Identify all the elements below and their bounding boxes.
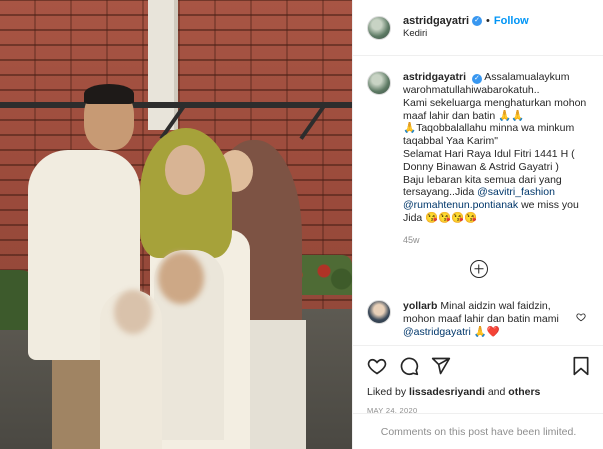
verified-badge-icon: ✓ — [472, 16, 483, 27]
caption-text: astridgayatri ✓ Assalamualaykum warohmat… — [403, 71, 590, 246]
child-face-blurred — [158, 252, 204, 304]
comment-icon[interactable] — [399, 356, 419, 376]
location-link[interactable]: Kediri — [403, 28, 529, 40]
comment-item: yollarb Minal aidzin wal faidzin, mohon … — [367, 299, 590, 339]
white-pillar — [148, 0, 178, 130]
comments-section[interactable]: astridgayatri ✓ Assalamualaykum warohmat… — [353, 57, 603, 345]
caption-line: Kami sekeluarga menghaturkan mohon maaf … — [403, 96, 587, 122]
post-photo[interactable] — [0, 0, 352, 449]
mention-link[interactable]: @astridgayatri — [403, 326, 471, 338]
load-more-comments[interactable] — [367, 259, 590, 278]
caption-line: 🙏Taqobbalallahu minna wa minkum taqabbal… — [403, 122, 575, 148]
liker-username[interactable]: lissadesriyandi — [409, 386, 485, 398]
commenter-username[interactable]: yollarb — [403, 300, 437, 312]
separator-dot: • — [486, 14, 490, 27]
verified-badge-icon: ✓ — [471, 74, 482, 84]
mention-link[interactable]: @rumahtenun.pontianak — [403, 199, 518, 211]
comments-limited-notice: Comments on this post have been limited. — [353, 413, 603, 449]
caption-username[interactable]: astridgayatri — [403, 71, 466, 83]
comment-emoji: 🙏❤️ — [473, 325, 500, 338]
likes-connector: and — [487, 386, 506, 398]
woman-face — [165, 145, 205, 195]
action-icons — [367, 354, 590, 378]
author-username[interactable]: astridgayatri — [403, 15, 469, 28]
heart-icon[interactable] — [367, 356, 387, 376]
author-avatar[interactable] — [367, 15, 391, 40]
likes-others-link[interactable]: others — [508, 386, 540, 398]
likes-summary: Liked by lissadesriyandi and others — [367, 386, 590, 398]
comment-heart-icon[interactable] — [576, 312, 586, 322]
caption-line: Selamat Hari Raya Idul Fitri 1441 H ( Do… — [403, 147, 575, 173]
post-panel: astridgayatri ✓ • Follow Kediri astridga… — [352, 0, 603, 449]
mention-link[interactable]: @savitri_fashion — [477, 186, 555, 198]
metal-rail — [0, 102, 352, 108]
comment-text: yollarb Minal aidzin wal faidzin, mohon … — [403, 300, 573, 339]
author-info: astridgayatri ✓ • Follow Kediri — [403, 15, 529, 41]
man-hair — [84, 84, 134, 104]
caption: astridgayatri ✓ Assalamualaykum warohmat… — [367, 71, 590, 246]
post-header: astridgayatri ✓ • Follow Kediri — [353, 0, 603, 56]
follow-button[interactable]: Follow — [494, 15, 529, 28]
share-icon[interactable] — [431, 356, 451, 376]
child-face-blurred — [114, 290, 152, 334]
commenter-avatar[interactable] — [367, 299, 391, 324]
likes-prefix: Liked by — [367, 386, 407, 398]
post-age: 45w — [403, 234, 420, 245]
caption-avatar[interactable] — [367, 71, 391, 95]
post-actions: Liked by lissadesriyandi and others MAY … — [353, 345, 603, 415]
bookmark-icon[interactable] — [572, 356, 590, 376]
plus-circle-icon[interactable] — [469, 259, 488, 278]
